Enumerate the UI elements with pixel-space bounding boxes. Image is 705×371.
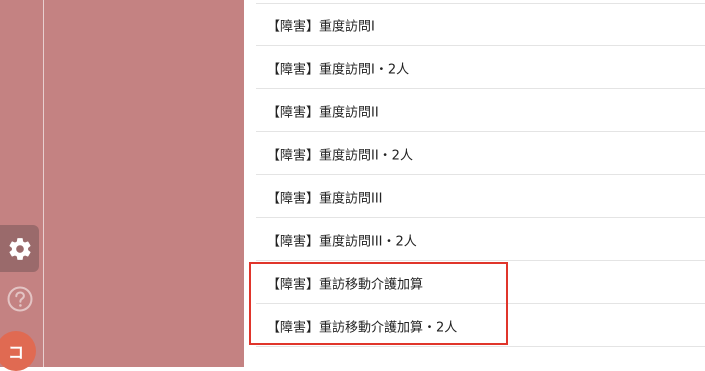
list-item-mobility-care-addition[interactable]: 【障害】重訪移動介護加算	[256, 262, 705, 304]
settings-button[interactable]	[0, 225, 39, 272]
list-item-label: 【障害】重度訪問I・2人	[267, 62, 410, 77]
list-item-heavy-visit-1-2people[interactable]: 【障害】重度訪問I・2人	[256, 47, 705, 89]
list-item-label: 【障害】重度訪問I	[267, 19, 375, 34]
list-item-heavy-visit-3[interactable]: 【障害】重度訪問III	[256, 176, 705, 218]
list-item-label: 【障害】重度訪問III・2人	[267, 234, 417, 249]
list-item-label: 【障害】重度訪問II	[267, 105, 379, 120]
user-avatar[interactable]: コ	[0, 331, 36, 371]
question-circle-icon	[7, 286, 32, 312]
list-item-heavy-visit-1[interactable]: 【障害】重度訪問I	[256, 4, 705, 46]
list-item-label: 【障害】重度訪問II・2人	[267, 148, 413, 163]
list-item-heavy-visit-2-2people[interactable]: 【障害】重度訪問II・2人	[256, 133, 705, 175]
list-item-label: 【障害】重訪移動介護加算	[267, 277, 424, 292]
list-item-label: 【障害】重訪移動介護加算・2人	[267, 320, 458, 335]
help-button[interactable]	[0, 284, 39, 314]
service-list-panel: 【障害】重度訪問I 【障害】重度訪問I・2人 【障害】重度訪問II 【障害】重度…	[244, 0, 705, 367]
gear-icon	[8, 237, 31, 260]
list-item-heavy-visit-2[interactable]: 【障害】重度訪問II	[256, 90, 705, 132]
sidebar-divider	[43, 0, 44, 367]
list-item-heavy-visit-3-2people[interactable]: 【障害】重度訪問III・2人	[256, 219, 705, 261]
list-item-label: 【障害】重度訪問III	[267, 191, 383, 206]
sidebar: コ	[0, 0, 244, 371]
list-item-mobility-care-addition-2people[interactable]: 【障害】重訪移動介護加算・2人	[256, 305, 705, 347]
